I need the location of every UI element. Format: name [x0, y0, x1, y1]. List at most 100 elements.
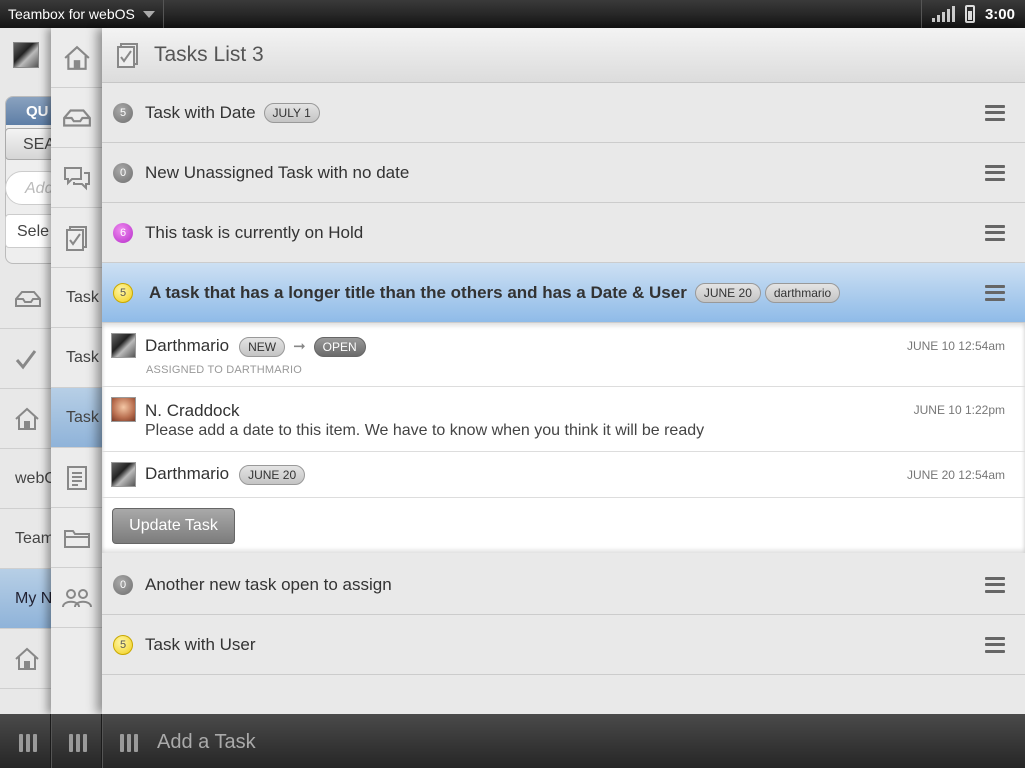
project-label: My N [15, 589, 53, 607]
chat-bubbles-icon [64, 166, 90, 190]
comment-count-badge: 0 [113, 162, 133, 183]
drag-handle-icon[interactable] [985, 104, 1005, 121]
task-title: Task with User [145, 634, 256, 654]
task-title: A task that has a longer title than the … [149, 282, 687, 302]
project-label: Team [15, 529, 55, 547]
task-row[interactable]: 5 Task with Date JULY 1 [102, 83, 1025, 143]
due-date-tag: JUNE 20 [239, 465, 306, 485]
nav-item-files[interactable] [51, 508, 103, 568]
task-detail: Darthmario NEW ➞ OPEN JUNE 10 12:54am ASSIG… [102, 323, 1025, 553]
add-input[interactable]: Add [5, 171, 55, 205]
status-badge-to: OPEN [313, 337, 366, 357]
task-row-selected[interactable]: 5 A task that has a longer title than th… [102, 263, 1025, 323]
task-row[interactable]: 5 Task with User [102, 615, 1025, 675]
add-task-button[interactable]: Add a Task [157, 731, 256, 754]
app-name: Teambox for webOS [8, 6, 135, 22]
task-row[interactable]: 6 This task is currently on Hold [102, 203, 1025, 263]
task-row[interactable]: 0 New Unassigned Task with no date [102, 143, 1025, 203]
system-menu[interactable]: 3:00 [920, 0, 1025, 28]
battery-icon [964, 5, 975, 23]
panel-grip-icon[interactable] [19, 734, 37, 752]
inbox-icon [63, 108, 91, 127]
tasks-panel: Tasks List 3 5 Task with Date JULY 1 0 N… [102, 28, 1025, 714]
author-name: Darthmario [145, 464, 230, 483]
update-task-button[interactable]: Update Task [112, 508, 235, 544]
page-icon [67, 465, 87, 490]
task-row[interactable]: 0 Another new task open to assign [102, 555, 1025, 615]
drag-handle-icon[interactable] [985, 576, 1005, 593]
comment-count-badge: 5 [113, 282, 133, 303]
select-dropdown[interactable]: Sele [5, 214, 55, 248]
app-menu[interactable]: Teambox for webOS [0, 0, 164, 28]
drag-handle-icon[interactable] [985, 636, 1005, 653]
user-avatar[interactable] [13, 42, 39, 68]
panel-header: Tasks List 3 [102, 28, 1025, 83]
drag-handle-icon[interactable] [985, 284, 1005, 301]
comment-timestamp: JUNE 20 12:54am [906, 468, 1005, 482]
task-title: New Unassigned Task with no date [145, 162, 410, 182]
comment-item: N. Craddock JUNE 10 1:22pm Please add a … [102, 387, 1025, 452]
comment-author: N. Craddock [145, 401, 240, 420]
home-icon [64, 45, 90, 70]
arrow-right-icon: ➞ [293, 338, 306, 355]
checkmark-icon [15, 349, 37, 369]
comment-count-badge: 6 [113, 222, 133, 243]
nav-item-inbox[interactable] [51, 88, 103, 148]
project-selected[interactable]: My N [0, 569, 55, 629]
bottom-bar: Add a Task [0, 714, 1025, 768]
assignee-tag: darthmario [764, 282, 841, 303]
nav-item-done[interactable] [0, 329, 55, 389]
home-icon [15, 647, 39, 670]
comment-count-badge: 5 [113, 102, 133, 123]
due-date-tag: JUNE 20 [694, 282, 761, 303]
due-date-tag: JULY 1 [263, 102, 320, 123]
comment-count-badge: 0 [113, 574, 133, 595]
drag-handle-icon[interactable] [985, 164, 1005, 181]
comment-item: Darthmario JUNE 20 JUNE 20 12:54am [102, 452, 1025, 498]
task-title: Task with Date [145, 102, 256, 122]
comment-note: ASSIGNED TO DARTHMARIO [146, 364, 302, 376]
nav-item-home[interactable] [51, 28, 103, 88]
nav-item-home[interactable] [0, 389, 55, 449]
nav-item-people[interactable] [51, 568, 103, 628]
panel-grip-icon[interactable] [69, 734, 87, 752]
nav-item-home-2[interactable] [0, 629, 55, 689]
task-list-label: Task [66, 408, 99, 426]
project-webos[interactable]: webO [0, 449, 55, 509]
comment-author: Darthmario JUNE 20 [145, 464, 306, 485]
projects-panel: QU SEA Add Sele webO Team My N [0, 28, 55, 714]
task-list-label: Task [66, 348, 99, 366]
task-list-icon [117, 43, 138, 68]
task-title: Another new task open to assign [145, 574, 392, 594]
task-title: This task is currently on Hold [145, 222, 364, 242]
comment-timestamp: JUNE 10 1:22pm [913, 403, 1005, 417]
project-label: webO [15, 469, 55, 487]
status-bar: Teambox for webOS 3:00 [0, 0, 1025, 28]
nav-item-tasks[interactable] [51, 208, 103, 268]
comment-item: Darthmario NEW ➞ OPEN JUNE 10 12:54am ASSIG… [102, 323, 1025, 387]
task-list-item[interactable]: Task [51, 268, 103, 328]
avatar [111, 462, 136, 487]
comment-body: Please add a date to this item. We have … [145, 422, 705, 439]
comment-timestamp: JUNE 10 12:54am [906, 339, 1005, 353]
task-list-label: Task [66, 288, 99, 306]
task-list-icon [66, 225, 87, 251]
nav-item-pages[interactable] [51, 448, 103, 508]
avatar [111, 333, 136, 358]
drag-handle-icon[interactable] [985, 224, 1005, 241]
nav-item-inbox[interactable] [0, 269, 55, 329]
clock: 3:00 [984, 5, 1015, 23]
inbox-icon [15, 290, 41, 307]
comment-author: Darthmario NEW ➞ OPEN [145, 336, 366, 357]
divider [101, 714, 102, 768]
search-button[interactable]: SEA [5, 128, 55, 160]
task-list-item-selected[interactable]: Task [51, 388, 103, 448]
nav-item-conversations[interactable] [51, 148, 103, 208]
folder-icon [64, 529, 90, 548]
page-title: Tasks List 3 [154, 43, 264, 66]
panel-grip-icon[interactable] [120, 734, 138, 752]
project-teambox[interactable]: Team [0, 509, 55, 569]
avatar [111, 397, 136, 422]
home-icon [15, 407, 39, 430]
task-list-item[interactable]: Task [51, 328, 103, 388]
